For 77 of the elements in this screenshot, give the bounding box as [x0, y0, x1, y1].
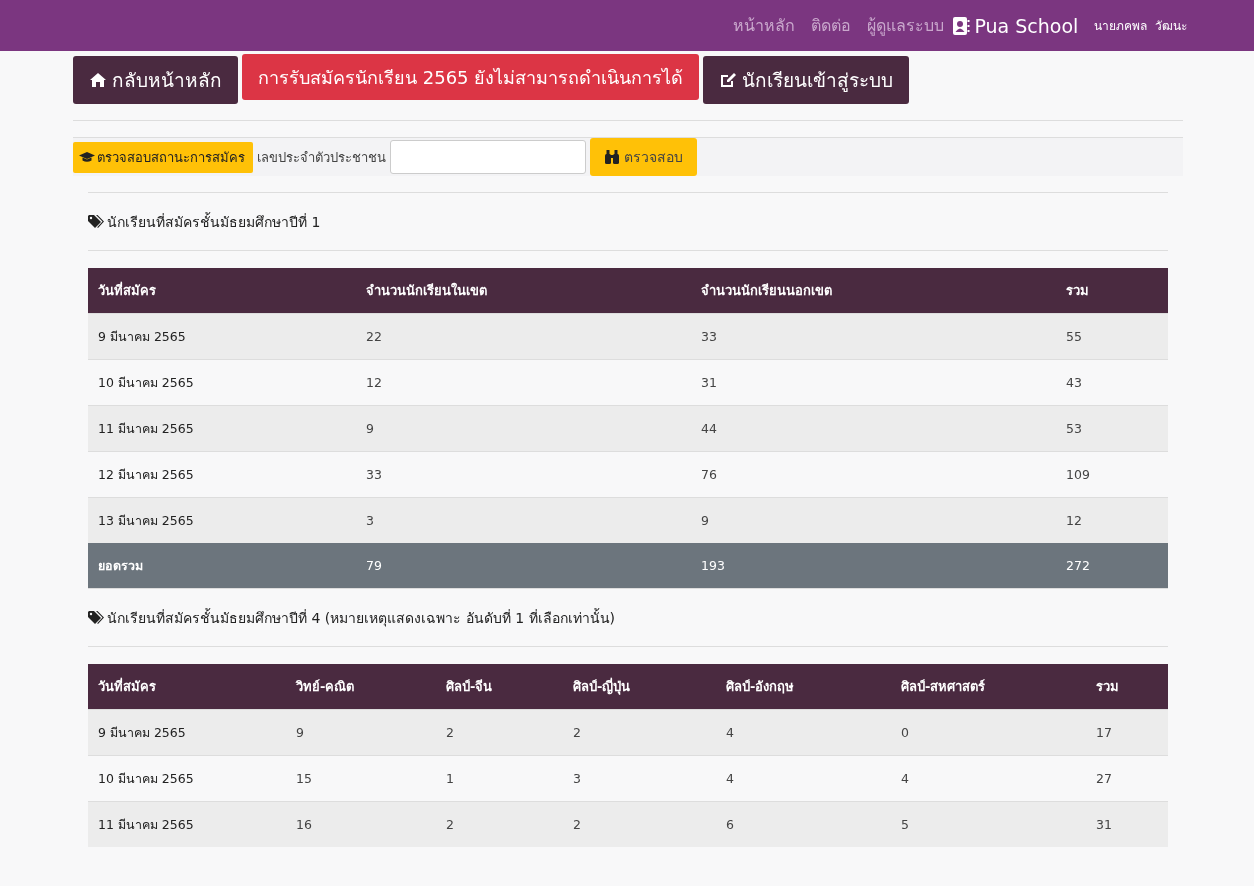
table-cell: 12 — [1056, 497, 1168, 543]
column-header: จำนวนนักเรียนนอกเขต — [691, 268, 1056, 314]
graduation-cap-icon — [79, 151, 95, 163]
table-cell: 55 — [1056, 313, 1168, 360]
table-cell: 12 — [356, 359, 691, 406]
user-name: นายภคพล วัฒนะ — [1094, 18, 1187, 35]
table-cell: 9 — [286, 709, 436, 756]
table-cell: 27 — [1086, 755, 1168, 802]
brand-link[interactable]: Pua School — [952, 14, 1079, 37]
table-cell: 76 — [691, 451, 1056, 498]
id-number-field[interactable] — [390, 140, 586, 174]
table-cell: 16 — [286, 801, 436, 847]
table-cell: 3 — [563, 755, 716, 802]
binoculars-icon — [604, 150, 620, 164]
table-cell: 43 — [1056, 359, 1168, 406]
table-cell: 2 — [436, 709, 563, 756]
table-cell: 109 — [1056, 451, 1168, 498]
column-header: รวม — [1056, 268, 1168, 314]
table-cell: 9 — [356, 405, 691, 452]
table-cell: 10 มีนาคม 2565 — [88, 359, 356, 406]
edit-icon — [719, 72, 738, 88]
column-header: ศิลป์-อังกฤษ — [716, 664, 891, 710]
table-cell: 6 — [716, 801, 891, 847]
table-cell: 1 — [436, 755, 563, 802]
table-cell: 31 — [691, 359, 1056, 406]
table-cell: 11 มีนาคม 2565 — [88, 801, 286, 847]
tags-icon — [88, 214, 106, 229]
table-cell: 53 — [1056, 405, 1168, 452]
home-button[interactable]: กลับหน้าหลัก — [73, 56, 238, 104]
nav-link[interactable]: ผู้ดูแลระบบ — [867, 13, 945, 38]
nav-link[interactable]: ติดต่อ — [811, 13, 852, 38]
table-cell: 9 มีนาคม 2565 — [88, 313, 356, 360]
table-cell: 15 — [286, 755, 436, 802]
student-login-button[interactable]: นักเรียนเข้าสู่ระบบ — [703, 56, 910, 104]
table-cell: 22 — [356, 313, 691, 360]
address-book-icon — [952, 15, 971, 36]
column-header: วันที่สมัคร — [88, 268, 356, 314]
table-cell: 2 — [436, 801, 563, 847]
nav-link[interactable]: หน้าหลัก — [733, 13, 796, 38]
table-cell: 44 — [691, 405, 1056, 452]
column-header: วิทย์-คณิต — [286, 664, 436, 710]
total-cell: 272 — [1056, 543, 1168, 588]
table-cell: 4 — [716, 755, 891, 802]
column-header: ศิลป์-สหศาสตร์ — [891, 664, 1086, 710]
total-cell: 193 — [691, 543, 1056, 588]
section-title: นักเรียนที่สมัครชั้นมัธยมศึกษาปีที่ 1 — [107, 211, 321, 232]
id-number-label: เลขประจำตัวประชาชน — [257, 148, 386, 167]
section-title: นักเรียนที่สมัครชั้นมัธยมศึกษาปีที่ 4 (หมายเหตุแสดงเฉพาะ อันดับที่ 1 ที่เลือกเท่านั้น) — [107, 607, 615, 629]
table-cell: 2 — [563, 801, 716, 847]
status-check-badge: ตรวจสอบสถานะการสมัคร — [73, 141, 253, 173]
table-cell: 9 มีนาคม 2565 — [88, 709, 286, 756]
table-cell: 4 — [716, 709, 891, 756]
table-cell: 11 มีนาคม 2565 — [88, 405, 356, 452]
table-cell: 10 มีนาคม 2565 — [88, 755, 286, 802]
table-cell: 4 — [891, 755, 1086, 802]
table-cell: 9 — [691, 497, 1056, 543]
table-cell: 31 — [1086, 801, 1168, 847]
table-cell: 17 — [1086, 709, 1168, 756]
table-cell: 5 — [891, 801, 1086, 847]
column-header: วันที่สมัคร — [88, 664, 286, 710]
table-cell: 2 — [563, 709, 716, 756]
closed-notice: การรับสมัครนักเรียน 2565 ยังไม่สามารถดำเนินการได้ — [242, 54, 700, 100]
table-cell: 33 — [356, 451, 691, 498]
table-cell: 33 — [691, 313, 1056, 360]
table-cell: 13 มีนาคม 2565 — [88, 497, 356, 543]
column-header: ศิลป์-ญี่ปุ่น — [563, 664, 716, 710]
column-header: ศิลป์-จีน — [436, 664, 563, 710]
table-cell: 3 — [356, 497, 691, 543]
table-cell: 0 — [891, 709, 1086, 756]
tags-icon — [88, 610, 106, 625]
check-button[interactable]: ตรวจสอบ — [590, 138, 697, 176]
table-cell: 12 มีนาคม 2565 — [88, 451, 356, 498]
home-icon — [89, 72, 107, 88]
column-header: รวม — [1086, 664, 1168, 710]
total-cell: ยอดรวม — [88, 543, 356, 588]
total-cell: 79 — [356, 543, 691, 588]
column-header: จำนวนนักเรียนในเขต — [356, 268, 691, 314]
